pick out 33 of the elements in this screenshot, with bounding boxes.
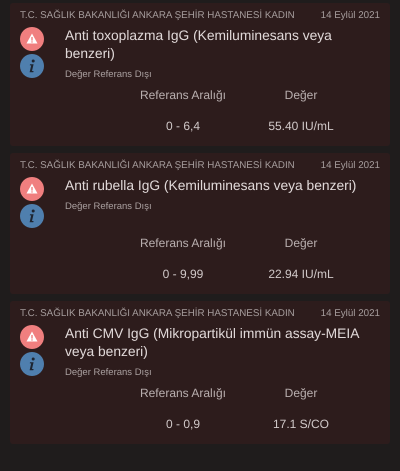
status-text: Değer Referans Dışı [65,201,153,212]
table-cell: 17.1 S/CO [272,417,330,431]
test-name: Anti toxoplazma IgG (Kemiluminesans veya benzeri) [65,27,333,63]
info-icon[interactable] [20,204,44,228]
result-card[interactable]: T.C. SAĞLIK BAKANLIĞI ANKARA ŞEHİR HASTANESİ KADIN 14 Eylül 2021 Anti rubella IgG (Kemiluminesans veya benzeri) Değer Referans Dışı Referans Aralığı Değer 0 - 9,99 22.94 IU/mL [10,153,390,294]
hospital-name: T.C. SAĞLIK BAKANLIĞI ANKARA ŞEHİR HASTANESİ KADIN [20,10,295,21]
status-text: Değer Referans Dışı [65,69,153,80]
column-header: Değer [284,386,318,400]
table-cell: 0 - 0,9 [166,417,200,431]
result-card[interactable]: T.C. SAĞLIK BAKANLIĞI ANKARA ŞEHİR HASTANESİ KADIN 14 Eylül 2021 Anti toxoplazma IgG (Kemiluminesans veya benzeri) Değer Referans Dışı Referans Aralığı Değer 0 - 6,4 55.40 IU/mL [10,3,390,146]
column-header: Değer [284,236,318,250]
info-icon[interactable] [20,352,44,376]
info-icon[interactable] [20,54,44,78]
table-cell: 55.40 IU/mL [268,119,334,133]
column-header: Referans Aralığı [140,386,226,400]
hospital-name: T.C. SAĞLIK BAKANLIĞI ANKARA ŞEHİR HASTANESİ KADIN [20,308,295,319]
result-date: 14 Eylül 2021 [320,308,380,319]
column-header: Referans Aralığı [140,236,226,250]
column-header: Değer [284,88,318,102]
table-cell: 22.94 IU/mL [268,267,334,281]
hospital-name: T.C. SAĞLIK BAKANLIĞI ANKARA ŞEHİR HASTANESİ KADIN [20,160,295,171]
table-cell: 0 - 9,99 [162,267,204,281]
test-name: Anti CMV IgG (Mikropartikül immün assay-MEIA veya benzeri) [65,325,360,361]
status-text: Değer Referans Dışı [65,367,153,378]
result-date: 14 Eylül 2021 [320,10,380,21]
warning-icon [20,177,44,201]
test-name: Anti rubella IgG (Kemiluminesans veya benzeri) [65,177,358,195]
column-header: Referans Aralığı [140,88,226,102]
warning-icon [20,325,44,349]
table-cell: 0 - 6,4 [166,119,200,133]
result-card[interactable]: T.C. SAĞLIK BAKANLIĞI ANKARA ŞEHİR HASTANESİ KADIN 14 Eylül 2021 Anti CMV IgG (Mikropartikül immün assay-MEIA veya benzeri) Değer Referans Dışı Referans Aralığı Değer 0 - 0,9 17.1 S/CO [10,301,390,444]
warning-icon [20,27,44,51]
result-date: 14 Eylül 2021 [320,160,380,171]
